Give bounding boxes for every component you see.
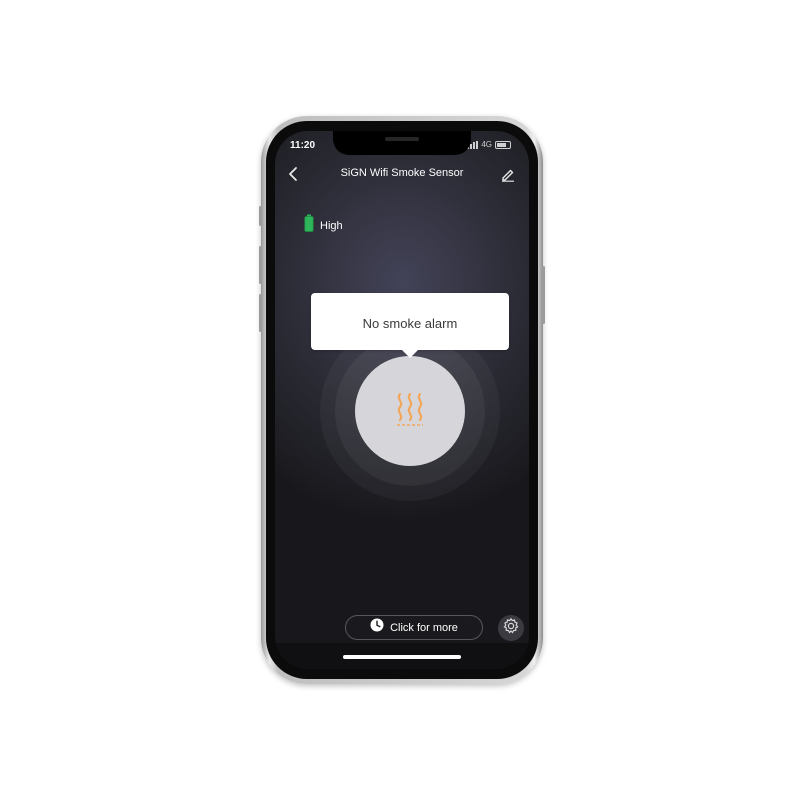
power-button xyxy=(542,266,545,324)
sensor-status-circle[interactable] xyxy=(355,356,465,466)
network-label: 4G xyxy=(481,140,492,149)
home-indicator[interactable] xyxy=(343,655,461,659)
alarm-status-tooltip: No smoke alarm xyxy=(311,293,509,350)
clock-icon xyxy=(370,618,384,637)
battery-level-label: High xyxy=(320,219,343,232)
phone-frame: 11:20 4G SiGN Wifi Smoke Sensor High No … xyxy=(259,116,545,684)
app-screen: 11:20 4G SiGN Wifi Smoke Sensor High No … xyxy=(275,131,529,669)
volume-up-button xyxy=(259,246,262,284)
speaker-grille xyxy=(385,137,419,141)
battery-icon xyxy=(304,214,314,237)
status-indicators: 4G xyxy=(467,140,511,149)
settings-button[interactable] xyxy=(498,615,524,641)
app-header: SiGN Wifi Smoke Sensor xyxy=(275,164,529,186)
phone-bezel: 11:20 4G SiGN Wifi Smoke Sensor High No … xyxy=(266,121,538,679)
volume-down-button xyxy=(259,294,262,332)
smoke-icon xyxy=(393,390,427,433)
gear-icon xyxy=(502,617,520,640)
click-for-more-label: Click for more xyxy=(390,621,458,634)
mute-switch xyxy=(259,206,262,226)
click-for-more-button[interactable]: Click for more xyxy=(345,615,483,640)
battery-status: High xyxy=(304,214,343,237)
status-time: 11:20 xyxy=(290,140,316,151)
pencil-icon[interactable] xyxy=(500,166,516,182)
status-battery-icon xyxy=(495,140,511,149)
notch xyxy=(333,131,471,155)
alarm-status-message: No smoke alarm xyxy=(362,316,458,331)
page-title: SiGN Wifi Smoke Sensor xyxy=(340,167,464,179)
